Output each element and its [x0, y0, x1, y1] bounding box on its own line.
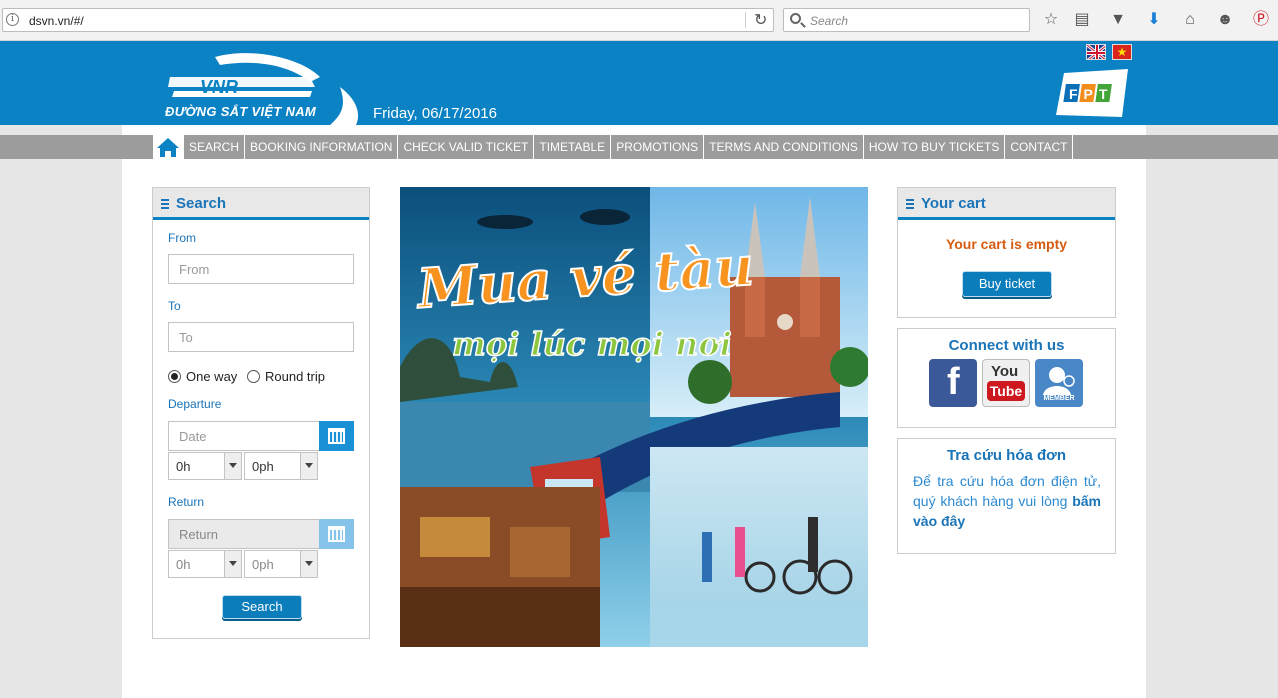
member-label: MEMBER — [1043, 395, 1075, 402]
browser-search-placeholder: Search — [810, 14, 849, 28]
chevron-down-icon — [300, 453, 317, 479]
banner-subline: mọi lúc mọi nơi — [452, 325, 732, 363]
return-label: Return — [168, 495, 205, 509]
pocket-icon[interactable]: ▼ — [1108, 10, 1128, 30]
calendar-icon — [328, 428, 345, 444]
cart-panel: Your cart Your cart is empty Buy ticket — [897, 187, 1116, 318]
search-panel-header: Search — [153, 188, 369, 220]
address-bar[interactable]: i dsvn.vn/#/ ↻ — [2, 8, 774, 32]
search-button[interactable]: Search — [222, 595, 302, 619]
return-minute-value: 0ph — [252, 557, 274, 572]
current-date: Friday, 06/17/2016 — [373, 105, 497, 122]
vietnam-flag-icon[interactable]: ★ — [1112, 44, 1132, 60]
to-input[interactable]: To — [168, 322, 354, 352]
departure-hour-value: 0h — [176, 459, 191, 474]
member-icon[interactable]: MEMBER — [1035, 359, 1083, 407]
nav-home-button[interactable] — [153, 135, 183, 159]
logo-text: ĐƯỜNG SẮT VIỆT NAM — [165, 104, 317, 119]
facebook-glyph: f — [947, 361, 960, 403]
fpt-logo-text: FPT — [1069, 86, 1113, 102]
nav-items: SEARCH BOOKING INFORMATION CHECK VALID T… — [183, 135, 1074, 159]
page-background-right — [1146, 125, 1278, 698]
home-icon[interactable]: ⌂ — [1180, 10, 1200, 30]
departure-calendar-button[interactable] — [319, 421, 354, 451]
search-panel: Search From From To To One way Round tri… — [152, 187, 370, 639]
return-hour-value: 0h — [176, 557, 191, 572]
calendar-icon — [328, 526, 345, 542]
nav-search[interactable]: SEARCH — [183, 135, 244, 159]
list-icon — [161, 199, 169, 209]
buy-ticket-button[interactable]: Buy ticket — [962, 271, 1052, 297]
site-header: VNR ĐƯỜNG SẮT VIỆT NAM Friday, 06/17/201… — [0, 41, 1278, 125]
promo-banner[interactable]: Mua vé tàu mọi lúc mọi nơi — [400, 187, 868, 647]
invoice-title: Tra cứu hóa đơn — [946, 447, 1067, 464]
facebook-icon[interactable]: f — [929, 359, 977, 407]
return-date-input[interactable]: Return — [168, 519, 320, 549]
youtube-icon[interactable]: You Tube — [982, 359, 1030, 407]
youtube-glyph-top: You — [991, 363, 1019, 380]
nav-booking-information[interactable]: BOOKING INFORMATION — [244, 135, 397, 159]
url-separator — [745, 12, 746, 28]
nav-check-valid-ticket[interactable]: CHECK VALID TICKET — [397, 135, 533, 159]
departure-hour-select[interactable]: 0h — [168, 452, 242, 480]
round-trip-radio[interactable] — [247, 370, 260, 383]
cart-panel-title: Your cart — [921, 195, 986, 212]
reading-list-icon[interactable]: ▤ — [1072, 10, 1092, 30]
nav-how-to-buy-tickets[interactable]: HOW TO BUY TICKETS — [862, 135, 1004, 159]
return-minute-select[interactable]: 0ph — [244, 550, 318, 578]
chevron-down-icon — [300, 551, 317, 577]
connect-panel: Connect with us f You Tube MEMBER — [897, 328, 1116, 428]
departure-minute-value: 0ph — [252, 459, 274, 474]
chevron-down-icon — [224, 453, 241, 479]
page-background-left — [0, 125, 122, 698]
departure-date-input[interactable]: Date — [168, 421, 320, 451]
return-calendar-button[interactable] — [319, 519, 354, 549]
browser-search-input[interactable]: Search — [783, 8, 1030, 32]
download-icon[interactable]: ⬇ — [1144, 10, 1164, 30]
youtube-glyph-bottom: Tube — [987, 381, 1025, 401]
from-input[interactable]: From — [168, 254, 354, 284]
banner-image: Mua vé tàu mọi lúc mọi nơi — [400, 187, 868, 647]
invoice-panel: Tra cứu hóa đơn Để tra cứu hóa đơn điện … — [897, 438, 1116, 554]
english-flag-icon[interactable] — [1086, 44, 1106, 60]
fpt-logo[interactable]: FPT — [1056, 69, 1130, 117]
nav-contact[interactable]: CONTACT — [1004, 135, 1074, 159]
home-icon — [157, 138, 179, 157]
connect-title: Connect with us — [948, 337, 1065, 354]
nav-terms-and-conditions[interactable]: TERMS AND CONDITIONS — [703, 135, 863, 159]
reload-icon[interactable]: ↻ — [754, 10, 767, 30]
info-icon[interactable]: i — [6, 13, 19, 26]
vnr-logo-mark: VNR — [200, 77, 238, 97]
list-icon — [906, 199, 914, 209]
departure-label: Departure — [168, 397, 222, 411]
return-hour-select[interactable]: 0h — [168, 550, 242, 578]
one-way-radio[interactable] — [168, 370, 181, 383]
search-panel-title: Search — [176, 195, 227, 212]
chevron-down-icon — [224, 551, 241, 577]
url-text[interactable]: dsvn.vn/#/ — [29, 14, 84, 28]
departure-minute-select[interactable]: 0ph — [244, 452, 318, 480]
star-icon[interactable]: ☆ — [1041, 10, 1061, 30]
nav-timetable[interactable]: TIMETABLE — [533, 135, 610, 159]
invoice-description: Để tra cứu hóa đơn điện tử, quý khách hà… — [913, 471, 1101, 531]
to-label: To — [168, 299, 181, 313]
browser-toolbar: i dsvn.vn/#/ ↻ Search ☆ ▤ ▼ ⬇ ⌂ ☻ Ⓟ — [0, 0, 1278, 41]
cart-empty-text: Your cart is empty — [945, 236, 1068, 252]
smiley-icon[interactable]: ☻ — [1215, 10, 1235, 30]
round-trip-label[interactable]: Round trip — [265, 369, 325, 384]
search-icon — [790, 13, 801, 24]
pinterest-icon[interactable]: Ⓟ — [1251, 10, 1271, 30]
nav-promotions[interactable]: PROMOTIONS — [610, 135, 703, 159]
cart-panel-header: Your cart — [898, 188, 1115, 220]
from-label: From — [168, 231, 196, 245]
one-way-label[interactable]: One way — [186, 369, 237, 384]
